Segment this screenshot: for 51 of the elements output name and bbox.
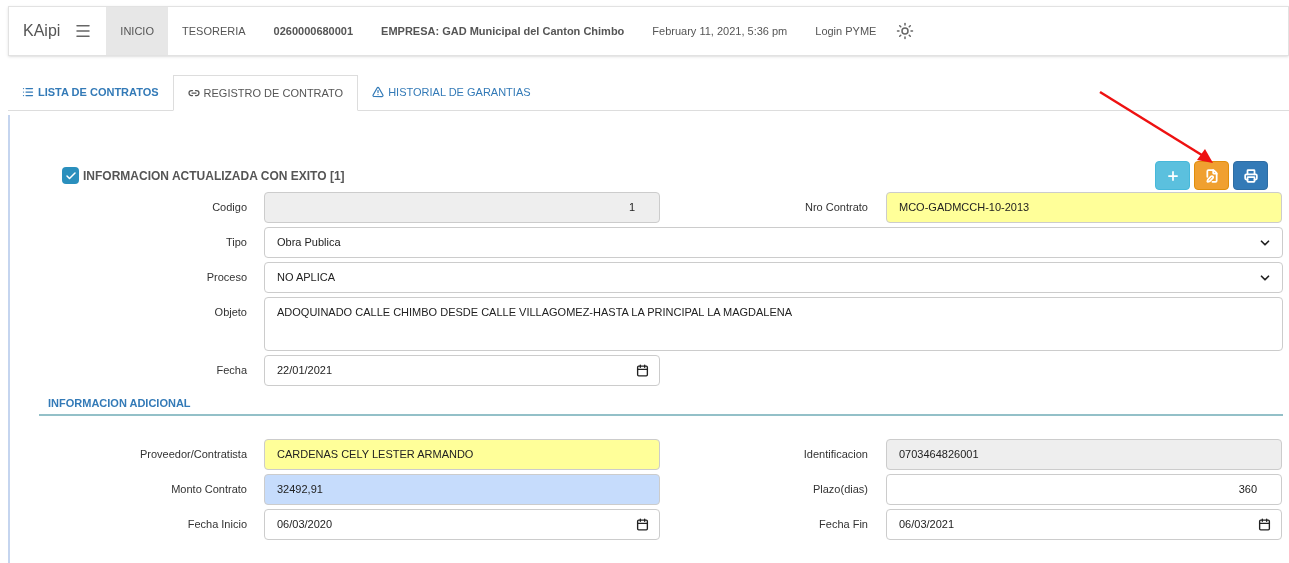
print-icon <box>1243 168 1258 183</box>
link-icon <box>187 87 200 99</box>
field-label: Monto Contrato <box>171 482 247 495</box>
input-field[interactable]: 360 <box>886 473 1282 505</box>
field-label: Fecha Fin <box>819 517 868 530</box>
field-label: Codigo <box>212 201 247 213</box>
nav-link[interactable]: INICIO <box>106 7 168 55</box>
tab[interactable]: LISTA DE CONTRATOS <box>8 74 173 110</box>
edit-icon <box>1204 168 1219 183</box>
date-field[interactable]: 06/03/2020 <box>264 508 660 540</box>
text-area[interactable]: ADOQUINADO CALLE CHIMBO DESDE CALLE VILLAGOMEZ-HASTA LA PRINCIPAL LA MAGDALENA <box>264 297 1283 351</box>
calendar-icon <box>636 364 649 377</box>
field-label: Plazo(dias) <box>812 482 868 495</box>
field-label: Proveedor/Contratista <box>140 447 247 460</box>
field-label: Objeto <box>214 306 247 318</box>
nav-text: 0260000680001 <box>272 23 355 39</box>
status-message: INFORMACION ACTUALIZADA CON EXITO [1] <box>83 167 345 185</box>
list-icon <box>22 86 34 98</box>
input-field[interactable]: 1 <box>264 192 660 223</box>
plus-icon <box>1165 168 1180 183</box>
nav-link[interactable]: Login PYME <box>801 7 891 55</box>
nav-text: February 11, 2021, 5:36 pm <box>651 23 789 39</box>
select-field[interactable]: NO APLICA <box>264 262 1283 293</box>
date-field[interactable]: 22/01/2021 <box>264 355 660 386</box>
sun-icon[interactable] <box>896 22 915 40</box>
field-label: Proceso <box>206 271 247 283</box>
calendar-icon <box>1258 517 1271 531</box>
select-field[interactable]: Obra Publica <box>264 227 1283 258</box>
tab[interactable]: HISTORIAL DE GARANTIAS <box>358 74 545 110</box>
input-field[interactable]: MCO-GADMCCH-10-2013 <box>886 192 1282 223</box>
checkbox[interactable] <box>62 167 79 184</box>
field-label: Identificacion <box>803 447 868 460</box>
field-label: Tipo <box>226 236 247 248</box>
print-button[interactable] <box>1233 161 1268 190</box>
menu-icon[interactable] <box>74 22 93 40</box>
input-field[interactable]: CARDENAS CELY LESTER ARMANDO <box>264 438 660 470</box>
warning-icon <box>372 86 385 98</box>
section-header: INFORMACION ADICIONAL <box>39 395 1283 416</box>
tab[interactable]: REGISTRO DE CONTRATO <box>172 75 359 111</box>
nav-link[interactable]: TESORERIA <box>168 7 260 55</box>
field-label: Nro Contrato <box>805 201 868 213</box>
brand-logo[interactable]: KAipi <box>23 19 61 43</box>
field-label: Fecha <box>216 364 247 376</box>
calendar-icon <box>636 517 649 531</box>
nav-text: EMPRESA: GAD Municipal del Canton Chimbo <box>380 23 626 39</box>
input-field[interactable]: 32492,91 <box>264 473 660 505</box>
edit-button[interactable] <box>1194 161 1229 190</box>
field-label: Fecha Inicio <box>187 517 247 530</box>
check-icon <box>64 169 77 182</box>
date-field[interactable]: 06/03/2021 <box>886 508 1282 540</box>
input-field[interactable]: 0703464826001 <box>886 438 1282 470</box>
